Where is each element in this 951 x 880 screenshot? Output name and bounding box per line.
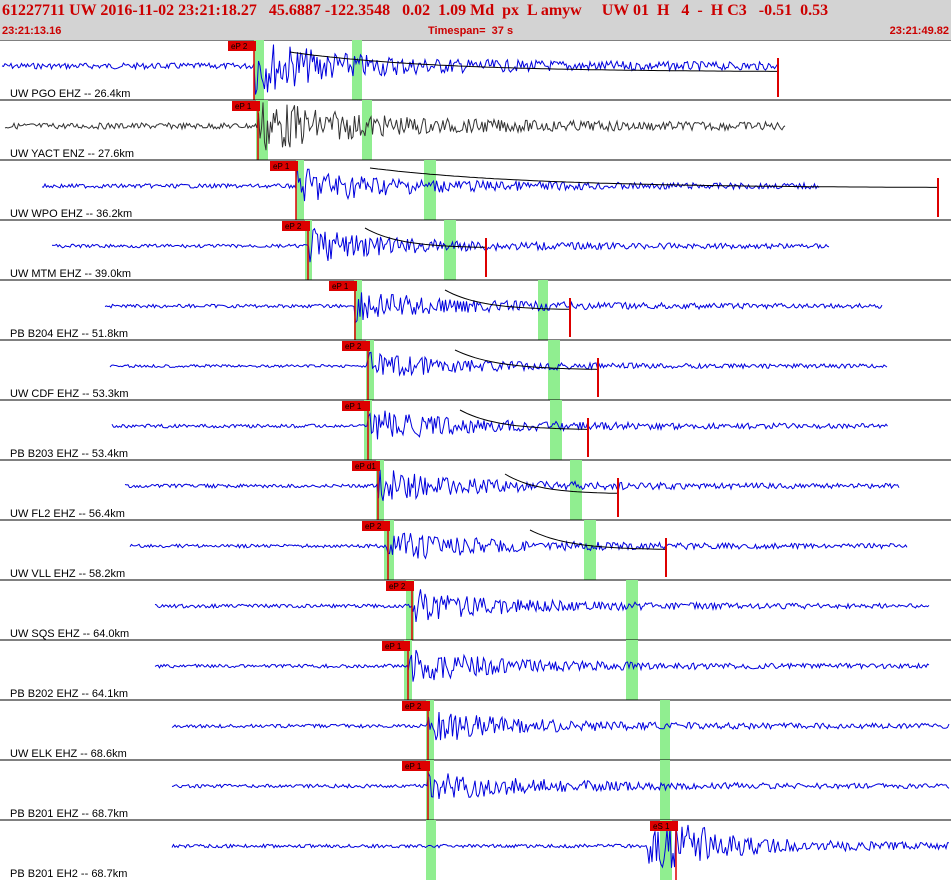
trace-panel: eP 1 PB B204 EHZ -- 51.8km (0, 279, 951, 340)
station-label: UW VLL EHZ -- 58.2km (10, 568, 125, 580)
trace-panel: eP 2 UW SQS EHZ -- 64.0km (0, 579, 951, 640)
station-label: PB B201 EHZ -- 68.7km (10, 808, 128, 820)
pick-label: eP d1 (355, 462, 376, 471)
waveform-trace (124, 469, 900, 501)
pick-label: eS 1 (653, 822, 670, 831)
pick-label: eP 1 (332, 282, 349, 291)
p-window (426, 820, 436, 880)
s-window (444, 220, 456, 280)
waveform-trace (109, 351, 888, 377)
pick-label: eP 1 (405, 762, 422, 771)
station-label: PB B202 EHZ -- 64.1km (10, 688, 128, 700)
waveform-trace (104, 292, 883, 324)
trace-panel: eP 2 UW CDF EHZ -- 53.3km (0, 339, 951, 400)
pick-label: eP 2 (345, 342, 362, 351)
pick-label: eP 2 (285, 222, 302, 231)
station-label: UW PGO EHZ -- 26.4km (10, 88, 130, 100)
event-summary-line: 61227711 UW 2016-11-02 23:21:18.27 45.68… (2, 2, 829, 19)
pick-label: eP 2 (365, 522, 382, 531)
pick-label: eP 1 (345, 402, 362, 411)
coda-decay-curve (504, 473, 617, 494)
waveform-trace (1, 44, 778, 95)
pick-label: eP 1 (235, 102, 252, 111)
pick-label: eP 2 (231, 42, 248, 51)
waveform-plot: eP 2 UW PGO EHZ -- 26.4km eP 1 UW YACT ENZ … (0, 40, 951, 880)
event-header: 61227711 UW 2016-11-02 23:21:18.27 45.68… (0, 0, 951, 40)
trace-panel: eP d1 UW FL2 EHZ -- 56.4km (0, 459, 951, 520)
station-label: PB B203 EHZ -- 53.4km (10, 448, 128, 460)
s-window (660, 700, 670, 760)
station-label: UW MTM EHZ -- 39.0km (10, 268, 131, 280)
station-label: UW WPO EHZ -- 36.2km (10, 208, 132, 220)
trace-panel: eP 1 UW YACT ENZ -- 27.6km (0, 99, 951, 160)
seismogram-panels: eP 2 UW PGO EHZ -- 26.4km eP 1 UW YACT ENZ … (0, 40, 951, 880)
trace-panel: eP 1 PB B203 EHZ -- 53.4km (0, 399, 951, 460)
waveform-trace (171, 771, 950, 799)
s-window (626, 640, 638, 700)
waveform-trace (154, 649, 930, 682)
station-label: PB B201 EH2 -- 68.7km (10, 868, 127, 880)
s-window (660, 760, 670, 820)
waveform-trace (171, 711, 950, 741)
station-label: UW YACT ENZ -- 27.6km (10, 148, 134, 160)
s-window (626, 580, 638, 640)
start-time: 23:21:13.16 (2, 25, 62, 37)
pick-label: eP 2 (389, 582, 406, 591)
station-label: UW ELK EHZ -- 68.6km (10, 748, 127, 760)
s-window (570, 460, 582, 520)
end-time: 23:21:49.82 (889, 25, 949, 37)
trace-panel: eP 1 PB B202 EHZ -- 64.1km (0, 639, 951, 700)
s-window (424, 160, 436, 220)
station-label: UW FL2 EHZ -- 56.4km (10, 508, 125, 520)
waveform-trace (4, 102, 786, 151)
station-label: UW SQS EHZ -- 64.0km (10, 628, 129, 640)
trace-panel: eS 1 PB B201 EH2 -- 68.7km (0, 819, 951, 880)
trace-panel: eP 2 UW PGO EHZ -- 26.4km (0, 40, 951, 100)
trace-panel: eP 2 UW VLL EHZ -- 58.2km (0, 519, 951, 580)
s-window (550, 400, 562, 460)
trace-panel: eP 2 UW MTM EHZ -- 39.0km (0, 219, 951, 280)
trace-panel: eP 2 UW ELK EHZ -- 68.6km (0, 699, 951, 760)
waveform-trace (111, 410, 888, 440)
station-label: PB B204 EHZ -- 51.8km (10, 328, 128, 340)
station-label: UW CDF EHZ -- 53.3km (10, 388, 129, 400)
waveform-trace (129, 532, 908, 560)
pick-label: eP 1 (273, 162, 290, 171)
timespan-label: Timespan= 37 s (428, 25, 514, 37)
pick-label: eP 2 (405, 702, 422, 711)
waveform-trace (154, 589, 930, 622)
s-window (362, 100, 372, 160)
trace-panel: eP 1 UW WPO EHZ -- 36.2km (0, 159, 951, 220)
trace-panel: eP 1 PB B201 EHZ -- 68.7km (0, 759, 951, 820)
pick-label: eP 1 (385, 642, 402, 651)
waveform-trace (171, 824, 949, 869)
